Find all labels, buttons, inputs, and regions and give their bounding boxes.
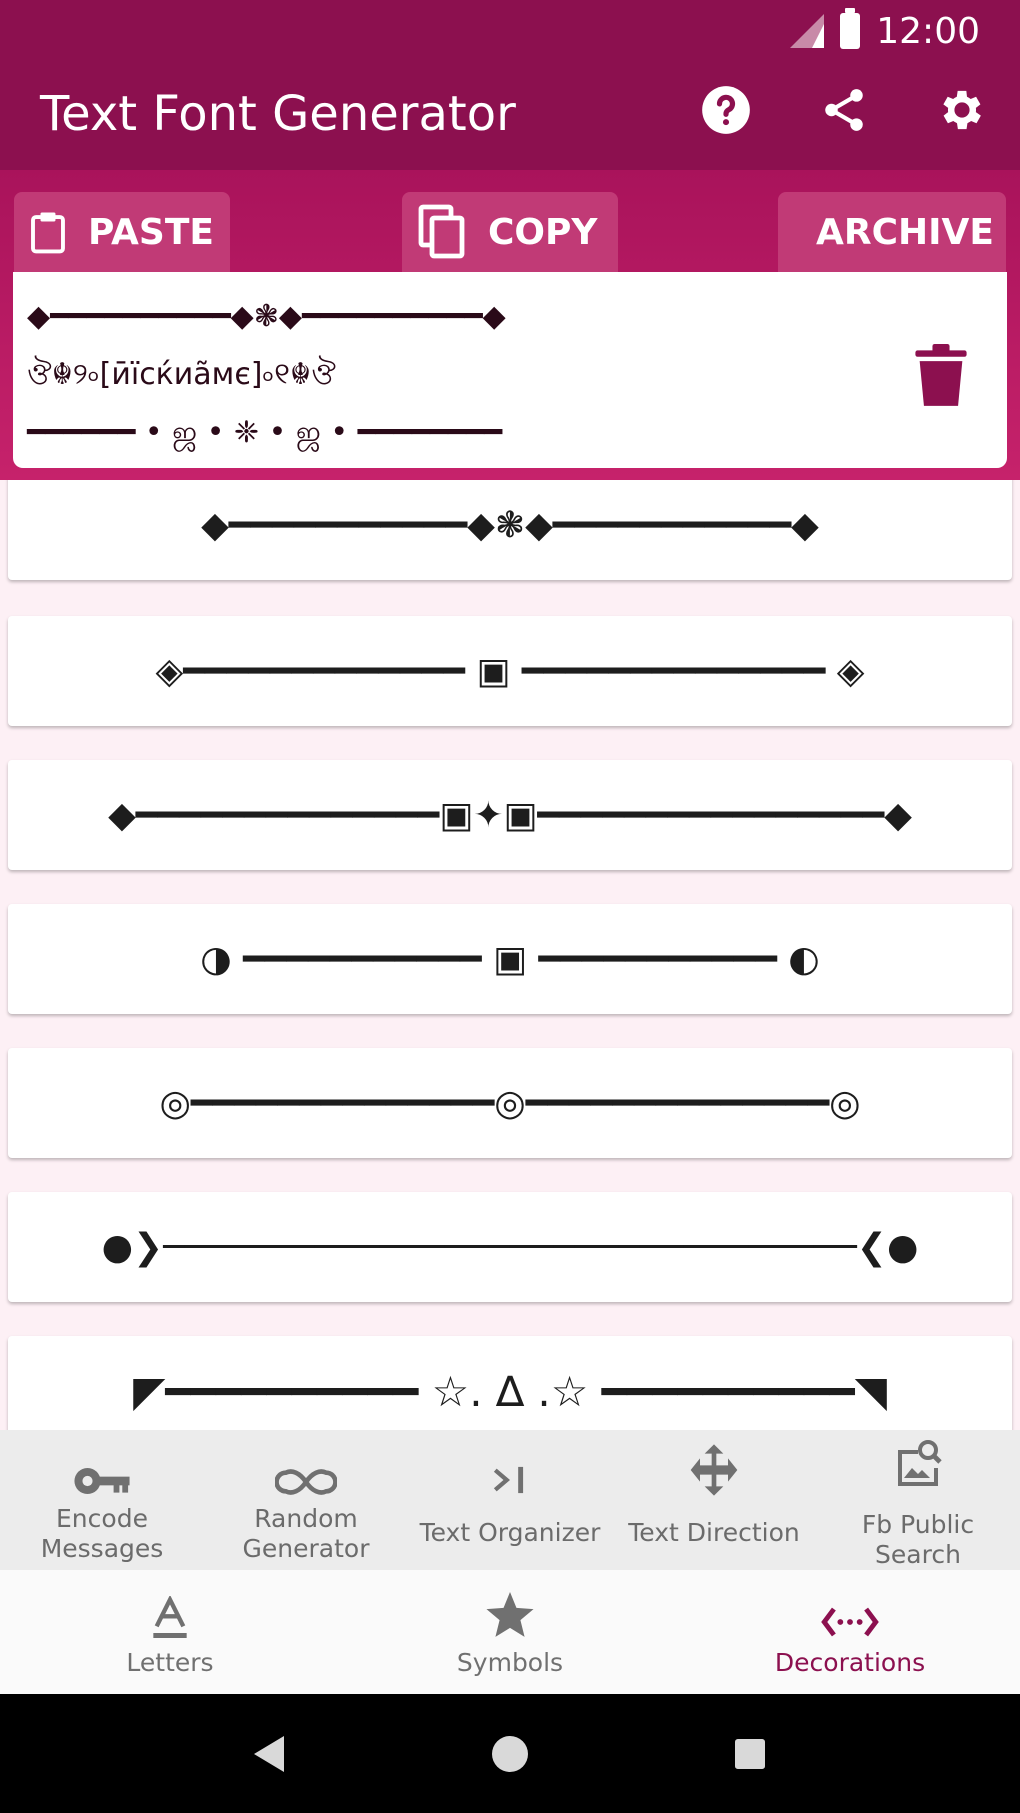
tool-text-organizer[interactable]: Text Organizer	[408, 1430, 612, 1570]
paste-button[interactable]: PASTE	[14, 192, 230, 272]
nav-decorations[interactable]: Decorations	[680, 1570, 1020, 1694]
decoration-card[interactable]: ◑ ━━━━━━━━━━━ ▣ ━━━━━━━━━━━ ◐	[8, 904, 1012, 1014]
tool-label: Encode Messages	[40, 1504, 164, 1563]
trash-icon[interactable]	[915, 344, 967, 408]
nav-label: Decorations	[774, 1648, 926, 1677]
preview-line-1: ◆━━━━━━━━━━◆❃◆━━━━━━━━━━◆	[27, 299, 506, 334]
clipboard-icon	[31, 212, 65, 254]
battery-icon	[840, 8, 861, 49]
app-title: Text Font Generator	[40, 86, 516, 142]
status-time: 12:00	[876, 10, 980, 52]
preview-text[interactable]: ◆━━━━━━━━━━◆❃◆━━━━━━━━━━◆ ঔ☬୨৹[ӣїсќиа̃мє]…	[27, 288, 717, 462]
preview-line-2: ঔ☬୨৹[ӣїсќиа̃мє]৹୧☬ঔ	[27, 357, 336, 392]
signal-icon	[790, 14, 825, 48]
decoration-text: ●❯────────────────────────────────❮●	[101, 1226, 919, 1268]
nav-label: Symbols	[456, 1648, 564, 1677]
back-button[interactable]	[240, 1724, 300, 1784]
decoration-card[interactable]: ●❯────────────────────────────────❮●	[8, 1192, 1012, 1302]
decoration-text: ◆━━━━━━━━━━━◆❃◆━━━━━━━━━━━◆	[201, 504, 819, 546]
tool-encode-messages[interactable]: Encode Messages	[0, 1430, 204, 1570]
tool-random-generator[interactable]: Random Generator	[204, 1430, 408, 1570]
image-search-icon	[898, 1440, 942, 1486]
help-button[interactable]	[698, 82, 754, 138]
home-icon	[492, 1735, 528, 1772]
tool-label: Random Generator	[242, 1504, 370, 1563]
decoration-text: ◤━━━━━━━━━━ ☆. ∆ .☆ ━━━━━━━━━━◥	[133, 1366, 887, 1416]
code-arrows-icon	[821, 1607, 879, 1637]
infinity-icon	[275, 1469, 337, 1495]
star-icon	[486, 1592, 534, 1637]
paste-label: PASTE	[87, 211, 214, 253]
decoration-card[interactable]: ◆━━━━━━━━━━━◆❃◆━━━━━━━━━━━◆	[8, 480, 1012, 580]
text-organizer-icon	[493, 1466, 524, 1494]
tool-label: Text Direction	[628, 1518, 800, 1547]
recents-icon	[735, 1738, 765, 1769]
decoration-text: ◑ ━━━━━━━━━━━ ▣ ━━━━━━━━━━━ ◐	[200, 938, 820, 980]
copy-button[interactable]: COPY	[402, 192, 618, 272]
help-icon	[702, 86, 750, 134]
tool-text-direction[interactable]: Text Direction	[612, 1430, 816, 1570]
key-icon	[74, 1467, 130, 1495]
settings-button[interactable]	[934, 82, 990, 138]
letter-a-icon	[153, 1596, 187, 1638]
tool-fb-public-search[interactable]: Fb Public Search	[816, 1430, 1020, 1570]
decorations-list[interactable]: ◆━━━━━━━━━━━◆❃◆━━━━━━━━━━━◆ ◈━━━━━━━━━━━…	[0, 480, 1020, 1430]
back-icon	[254, 1735, 284, 1772]
status-bar: 12:00	[790, 0, 1020, 62]
preview-box[interactable]: ◆━━━━━━━━━━◆❃◆━━━━━━━━━━◆ ঔ☬୨৹[ӣїсќиа̃мє]…	[13, 272, 1007, 468]
decoration-card[interactable]: ◤━━━━━━━━━━ ☆. ∆ .☆ ━━━━━━━━━━◥	[8, 1336, 1012, 1430]
preview-line-3: ━━━━━━ • ஜ • ❈ • ஜ • ━━━━━━━━	[27, 415, 503, 450]
nav-letters[interactable]: Letters	[0, 1570, 340, 1694]
decoration-text: ◎━━━━━━━━━━━━━━◎━━━━━━━━━━━━━━◎	[159, 1082, 861, 1124]
tools-bar: Encode Messages Random Generator Text Or…	[0, 1430, 1020, 1570]
copy-icon	[418, 204, 465, 259]
share-button[interactable]	[816, 82, 872, 138]
share-icon	[825, 89, 863, 131]
decoration-card[interactable]: ◆━━━━━━━━━━━━━━▣✦▣━━━━━━━━━━━━━━━━◆	[8, 760, 1012, 870]
move-arrows-icon	[690, 1444, 738, 1496]
nav-symbols[interactable]: Symbols	[340, 1570, 680, 1694]
system-navigation	[0, 1694, 1020, 1813]
archive-button[interactable]: ARCHIVE	[778, 192, 1006, 272]
decoration-text: ◆━━━━━━━━━━━━━━▣✦▣━━━━━━━━━━━━━━━━◆	[108, 794, 912, 836]
decoration-card[interactable]: ◈━━━━━━━━━━━━━ ▣ ━━━━━━━━━━━━━━ ◈	[8, 616, 1012, 726]
nav-label: Letters	[126, 1648, 214, 1677]
tool-label: Text Organizer	[419, 1518, 601, 1547]
recents-button[interactable]	[720, 1724, 780, 1784]
app-bar: 12:00 Text Font Generator	[0, 0, 1020, 170]
bottom-navigation: Letters Symbols Decorations	[0, 1570, 1020, 1694]
gear-icon	[943, 90, 981, 130]
home-button[interactable]	[480, 1724, 540, 1784]
copy-label: COPY	[488, 211, 598, 253]
decoration-card[interactable]: ◎━━━━━━━━━━━━━━◎━━━━━━━━━━━━━━◎	[8, 1048, 1012, 1158]
decoration-text: ◈━━━━━━━━━━━━━ ▣ ━━━━━━━━━━━━━━ ◈	[155, 650, 865, 692]
archive-label: ARCHIVE	[816, 211, 994, 253]
tool-label: Fb Public Search	[861, 1510, 975, 1569]
